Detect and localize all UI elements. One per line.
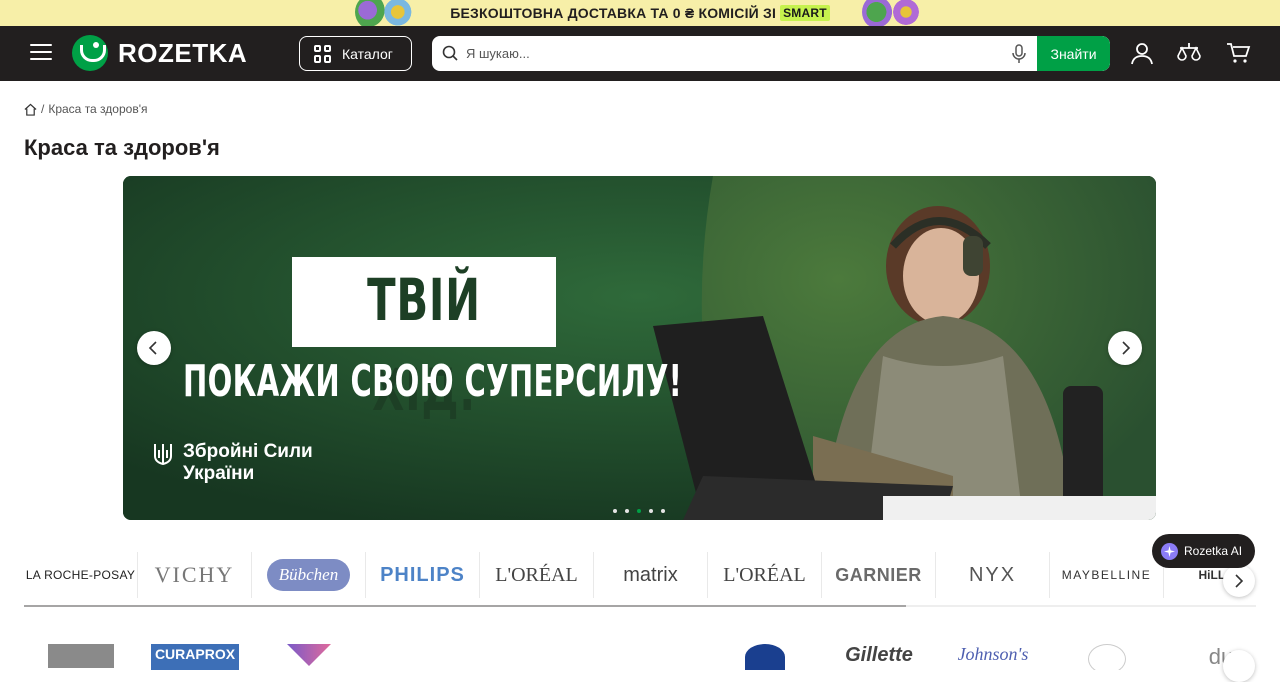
brand-label: PHILIPS	[380, 563, 465, 586]
compare-icon[interactable]	[1176, 40, 1202, 66]
brand-label: Bübchen	[266, 559, 351, 591]
ai-sparkle-icon	[1161, 542, 1178, 560]
armed-forces-label: Збройні Сили України	[183, 441, 313, 485]
armed-forces-line2: України	[183, 463, 255, 484]
carousel-dot[interactable]	[613, 509, 617, 513]
brand-philips[interactable]: PHILIPS	[366, 552, 480, 598]
brand-bubchen[interactable]: Bübchen	[252, 552, 366, 598]
brand-nyx[interactable]: NYX	[936, 552, 1050, 598]
logos-next-button[interactable]	[1223, 650, 1255, 682]
search-input[interactable]	[466, 36, 1026, 71]
search-bar: Знайти	[432, 36, 1110, 71]
ai-label: Rozetka AI	[1184, 544, 1243, 558]
grid-icon	[314, 44, 332, 63]
carousel-dots	[613, 509, 665, 513]
brand-la-roche-posay[interactable]: LA ROCHE-POSAY	[24, 552, 138, 598]
page-title: Краса та здоров'я	[24, 135, 220, 160]
site-logo[interactable]: ROZETKA	[72, 35, 247, 71]
brand-maybelline[interactable]: MAYBELLINE	[1050, 552, 1164, 598]
brand-label: matrix	[623, 563, 678, 586]
product-logo[interactable]	[252, 640, 366, 670]
product-logo[interactable]	[480, 640, 594, 670]
catalog-label: Каталог	[342, 45, 393, 62]
logo-text: CURAPROX	[150, 644, 240, 670]
product-logo[interactable]	[594, 640, 708, 670]
menu-icon[interactable]	[30, 44, 52, 62]
brand-label: LA ROCHE-POSAY	[25, 568, 136, 582]
promo-text-wrap: БЕЗКОШТОВНА ДОСТАВКА ТА 0 ₴ КОМІСІЙ ЗІ S…	[450, 5, 830, 21]
rozetka-ai-button[interactable]: Rozetka AI	[1152, 534, 1255, 568]
product-logo[interactable]: Gillette	[822, 640, 936, 670]
logo-shape	[1088, 644, 1126, 670]
carousel-dot[interactable]	[625, 509, 629, 513]
promo-banner[interactable]: БЕЗКОШТОВНА ДОСТАВКА ТА 0 ₴ КОМІСІЙ ЗІ S…	[0, 0, 1280, 26]
site-header: ROZETKA Каталог Знайти	[0, 26, 1280, 81]
breadcrumb: / Краса та здоров'я	[24, 102, 147, 116]
brand-loreal-paris[interactable]: L'ORÉAL	[708, 552, 822, 598]
promo-text: БЕЗКОШТОВНА ДОСТАВКА ТА 0 ₴ КОМІСІЙ ЗІ	[450, 5, 777, 21]
carousel-prev-button[interactable]	[137, 331, 171, 365]
brand-label: NYX	[968, 563, 1017, 586]
carousel-dot[interactable]	[661, 509, 665, 513]
carousel-dot[interactable]	[649, 509, 653, 513]
logo-icon	[72, 35, 108, 71]
carousel-dot-active[interactable]	[637, 509, 641, 513]
product-logo[interactable]	[24, 640, 138, 670]
brand-label: L'ORÉAL	[723, 563, 806, 586]
product-logo[interactable]	[366, 640, 480, 670]
brand-loreal-professionnel[interactable]: L'ORÉAL	[480, 552, 594, 598]
promo-carousel[interactable]: ТВІЙ ХІД. ПОКАЖИ СВОЮ СУПЕРСИЛУ! Збройні…	[123, 176, 1156, 520]
product-logo[interactable]: Johnson's	[936, 640, 1050, 670]
brand-label: L'ORÉAL	[495, 563, 578, 586]
breadcrumb-current[interactable]: Краса та здоров'я	[48, 102, 147, 116]
search-button[interactable]: Знайти	[1037, 36, 1110, 71]
chevron-right-icon	[1122, 341, 1131, 355]
chevron-left-icon	[148, 341, 157, 355]
brand-label: GARNIER	[835, 564, 922, 585]
carousel-next-button[interactable]	[1108, 331, 1142, 365]
brand-label: VICHY	[154, 562, 235, 587]
breadcrumb-separator: /	[41, 102, 45, 116]
logo-text: Johnson's	[957, 644, 1029, 664]
brand-label: MAYBELLINE	[1061, 568, 1152, 582]
banner-subheadline: ПОКАЖИ СВОЮ СУПЕРСИЛУ!	[183, 356, 683, 407]
armed-forces-line1: Збройні Сили	[183, 441, 313, 462]
brand-matrix[interactable]: matrix	[594, 552, 708, 598]
product-logo[interactable]: CURAPROX	[138, 640, 252, 670]
banner-headline: ТВІЙ ХІД.	[367, 266, 481, 424]
brand-vichy[interactable]: VICHY	[138, 552, 252, 598]
smart-badge: SMART	[780, 5, 830, 21]
cart-icon[interactable]	[1225, 40, 1251, 66]
brands-next-button[interactable]	[1223, 565, 1255, 597]
chevron-right-icon	[1235, 574, 1244, 588]
brands-carousel: LA ROCHE-POSAY VICHY Bübchen PHILIPS L'O…	[24, 552, 1256, 598]
brand-garnier[interactable]: GARNIER	[822, 552, 936, 598]
logo-text: Gillette	[845, 644, 913, 666]
logo-shape	[48, 644, 114, 668]
catalog-button[interactable]: Каталог	[299, 36, 412, 71]
logo-text: ROZETKA	[118, 37, 248, 68]
brands-scrollbar-thumb[interactable]	[24, 605, 906, 607]
user-icon[interactable]	[1129, 40, 1155, 66]
promo-decoration-icon	[888, 0, 924, 26]
microphone-icon[interactable]	[1010, 44, 1028, 64]
home-icon[interactable]	[24, 103, 37, 116]
promo-decoration-icon	[378, 0, 414, 26]
logo-shape	[745, 644, 785, 670]
product-logos-row: CURAPROX Gillette Johnson's du	[24, 640, 1256, 670]
trident-icon	[154, 444, 172, 466]
product-logo[interactable]	[1050, 640, 1164, 670]
search-icon	[442, 45, 458, 61]
product-logo[interactable]	[708, 640, 822, 670]
